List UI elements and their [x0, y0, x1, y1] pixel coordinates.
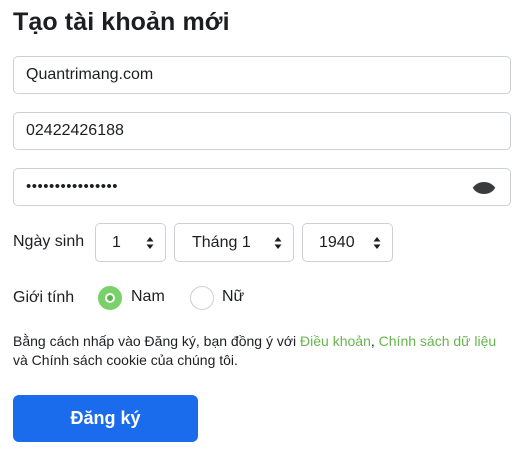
day-value: 1 — [112, 234, 121, 251]
sort-arrows-icon — [373, 237, 381, 249]
name-input[interactable] — [14, 57, 466, 93]
password-value: •••••••••••••••• — [26, 178, 119, 195]
name-field-container — [13, 56, 511, 94]
day-select[interactable]: 1 — [95, 223, 166, 262]
terms-comma: , — [370, 333, 379, 349]
password-field[interactable]: •••••••••••••••• — [13, 168, 511, 206]
gender-radio-female[interactable] — [190, 286, 214, 310]
page-title: Tạo tài khoản mới — [13, 8, 230, 36]
terms-prefix: Bằng cách nhấp vào Đăng ký, bạn đồng ý v… — [13, 333, 301, 349]
month-select[interactable]: Tháng 1 — [174, 223, 294, 262]
terms-suffix: và Chính sách cookie của chúng tôi. — [13, 352, 238, 368]
phone-field-container — [13, 112, 511, 150]
year-value: 1940 — [319, 234, 355, 251]
birthday-label: Ngày sinh — [13, 233, 85, 250]
eye-icon[interactable] — [472, 179, 496, 197]
radio-dot — [107, 295, 113, 301]
sort-arrows-icon — [146, 237, 154, 249]
sort-arrows-icon — [274, 237, 282, 249]
terms-link[interactable]: Điều khoản — [300, 333, 371, 349]
phone-input[interactable] — [14, 113, 466, 149]
month-value: Tháng 1 — [192, 234, 251, 251]
gender-radio-male[interactable] — [98, 286, 122, 310]
data-policy-link[interactable]: Chính sách dữ liệu — [379, 333, 497, 349]
signup-button[interactable]: Đăng ký — [13, 395, 198, 442]
gender-option-female-label[interactable]: Nữ — [222, 288, 244, 306]
gender-option-male-label[interactable]: Nam — [131, 288, 165, 306]
terms-text: Bằng cách nhấp vào Đăng ký, bạn đồng ý v… — [13, 332, 508, 370]
year-select[interactable]: 1940 — [302, 223, 393, 262]
gender-label: Giới tính — [13, 289, 75, 306]
